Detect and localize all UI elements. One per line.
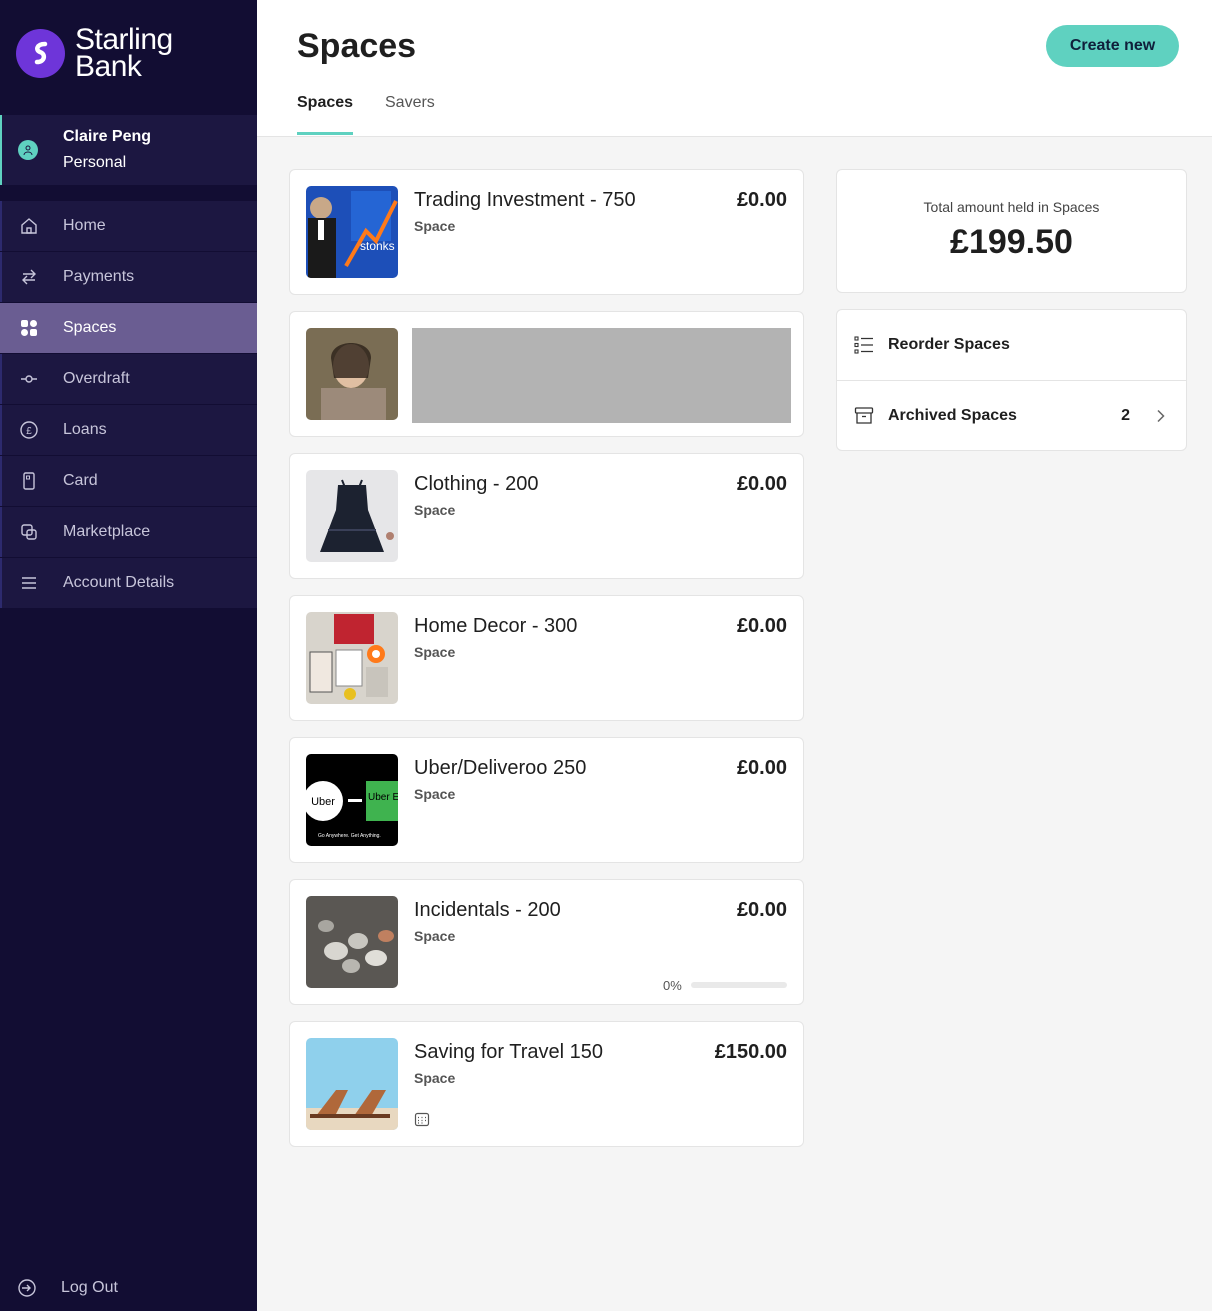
space-amount: £0.00 — [736, 189, 787, 211]
space-card[interactable]: Clothing - 200 Space £0.00 — [289, 453, 804, 579]
thumb-uber-text: Uber — [311, 796, 335, 808]
sidebar-item-account-details[interactable]: Account Details — [0, 558, 257, 608]
brand-name-line1: Starling — [75, 23, 173, 56]
space-type: Space — [414, 786, 456, 802]
total-amount: £199.50 — [950, 223, 1073, 261]
space-thumbnail — [306, 328, 398, 420]
create-new-button[interactable]: Create new — [1046, 25, 1179, 67]
space-amount: £0.00 — [736, 899, 787, 921]
sidebar-item-payments[interactable]: Payments — [0, 252, 257, 302]
sidebar-item-overdraft[interactable]: Overdraft — [0, 354, 257, 404]
calendar-icon — [414, 1112, 430, 1127]
space-type: Space — [414, 644, 456, 660]
space-amount: £0.00 — [736, 615, 787, 637]
goal-progress-bar — [691, 982, 787, 988]
chevron-right-icon — [1157, 409, 1165, 422]
reorder-spaces-label: Reorder Spaces — [888, 336, 1010, 353]
sidebar-item-marketplace[interactable]: Marketplace — [0, 507, 257, 557]
sidebar-nav: Home Payments Spaces Overdraft £ Loans C… — [0, 201, 257, 609]
svg-text:£: £ — [26, 426, 32, 437]
space-card[interactable]: Saving for Travel 150 Space £150.00 — [289, 1021, 804, 1147]
space-type: Space — [414, 218, 456, 234]
archived-count: 2 — [1121, 406, 1130, 424]
archived-spaces-button[interactable]: Archived Spaces 2 — [837, 380, 1186, 450]
marketplace-icon — [18, 521, 40, 543]
page-title: Spaces — [297, 27, 417, 65]
sidebar-item-label: Account Details — [63, 574, 175, 591]
space-amount: £0.00 — [736, 473, 787, 495]
space-thumbnail — [306, 1038, 398, 1130]
starling-s-icon — [16, 28, 65, 78]
tab-savers[interactable]: Savers — [385, 94, 435, 112]
sidebar-item-label: Marketplace — [63, 523, 151, 540]
active-tab-indicator — [297, 132, 353, 135]
space-card[interactable]: Home Decor - 300 Space £0.00 — [289, 595, 804, 721]
total-label: Total amount held in Spaces — [923, 199, 1100, 215]
sidebar-item-label: Spaces — [63, 319, 117, 336]
logout-button[interactable]: Log Out — [0, 1268, 257, 1308]
space-title: Clothing - 200 — [414, 473, 539, 495]
sidebar-item-home[interactable]: Home — [0, 201, 257, 251]
thumb-uber-eats-text: Uber Eats — [368, 792, 398, 803]
space-card[interactable] — [289, 311, 804, 437]
list-icon — [18, 572, 40, 594]
thumb-uber-tagline: Go Anywhere. Get Anything. — [318, 833, 381, 839]
sidebar-item-label: Payments — [63, 268, 135, 285]
total-summary-card: Total amount held in Spaces £199.50 — [836, 169, 1187, 293]
spaces-list: stonks Trading Investment - 750 Space £0… — [289, 169, 804, 1163]
space-thumbnail: stonks — [306, 186, 398, 278]
space-type: Space — [414, 502, 456, 518]
sidebar-item-label: Card — [63, 472, 98, 489]
space-title: Uber/Deliveroo 250 — [414, 757, 587, 779]
space-thumbnail — [306, 612, 398, 704]
space-title: Home Decor - 300 — [414, 615, 578, 637]
space-thumbnail: Uber Uber Eats Go Anywhere. Get Anything… — [306, 754, 398, 846]
home-icon — [18, 215, 40, 237]
space-type: Space — [414, 928, 456, 944]
card-icon — [18, 470, 40, 492]
space-title: Saving for Travel 150 — [414, 1041, 603, 1063]
sidebar: Starling Bank Claire Peng Personal Home … — [0, 0, 257, 1311]
sidebar-item-card[interactable]: Card — [0, 456, 257, 506]
redacted-block — [412, 328, 791, 423]
space-amount: £0.00 — [736, 757, 787, 779]
space-card[interactable]: Uber Uber Eats Go Anywhere. Get Anything… — [289, 737, 804, 863]
sidebar-item-loans[interactable]: £ Loans — [0, 405, 257, 455]
tab-spaces[interactable]: Spaces — [297, 94, 353, 112]
thumb-stonks-text: stonks — [360, 239, 395, 253]
sidebar-item-label: Loans — [63, 421, 107, 438]
goal-progress-label: 0% — [663, 978, 682, 993]
starling-logo[interactable]: Starling Bank — [16, 23, 173, 83]
transfer-arrows-icon — [18, 266, 40, 288]
space-thumbnail — [306, 896, 398, 988]
archive-box-icon — [854, 406, 874, 426]
page-header: Spaces Create new Spaces Savers — [257, 0, 1212, 137]
sidebar-item-spaces[interactable]: Spaces — [0, 303, 257, 353]
reorder-list-icon — [854, 335, 874, 355]
brand-name-line2: Bank — [75, 50, 142, 83]
avatar — [18, 140, 38, 160]
space-thumbnail — [306, 470, 398, 562]
sidebar-item-label: Home — [63, 217, 106, 234]
space-amount: £150.00 — [714, 1041, 787, 1063]
space-title: Trading Investment - 750 — [414, 189, 636, 211]
pound-circle-icon: £ — [18, 419, 40, 441]
brand-name: Starling Bank — [75, 23, 173, 83]
sidebar-item-label: Overdraft — [63, 370, 130, 387]
space-card[interactable]: stonks Trading Investment - 750 Space £0… — [289, 169, 804, 295]
logout-label: Log Out — [61, 1279, 118, 1296]
grid-icon — [18, 317, 40, 339]
space-type: Space — [414, 1070, 456, 1086]
space-card[interactable]: Incidentals - 200 Space £0.00 0% — [289, 879, 804, 1005]
logout-icon — [16, 1277, 38, 1299]
space-title: Incidentals - 200 — [414, 899, 561, 921]
account-type: Personal — [63, 154, 127, 171]
reorder-spaces-button[interactable]: Reorder Spaces — [837, 310, 1186, 380]
archived-spaces-label: Archived Spaces — [888, 406, 1017, 424]
account-name: Claire Peng — [63, 128, 152, 145]
slider-icon — [18, 368, 40, 390]
spaces-options-card: Reorder Spaces Archived Spaces 2 — [836, 309, 1187, 451]
account-switcher[interactable]: Claire Peng Personal — [0, 115, 257, 185]
